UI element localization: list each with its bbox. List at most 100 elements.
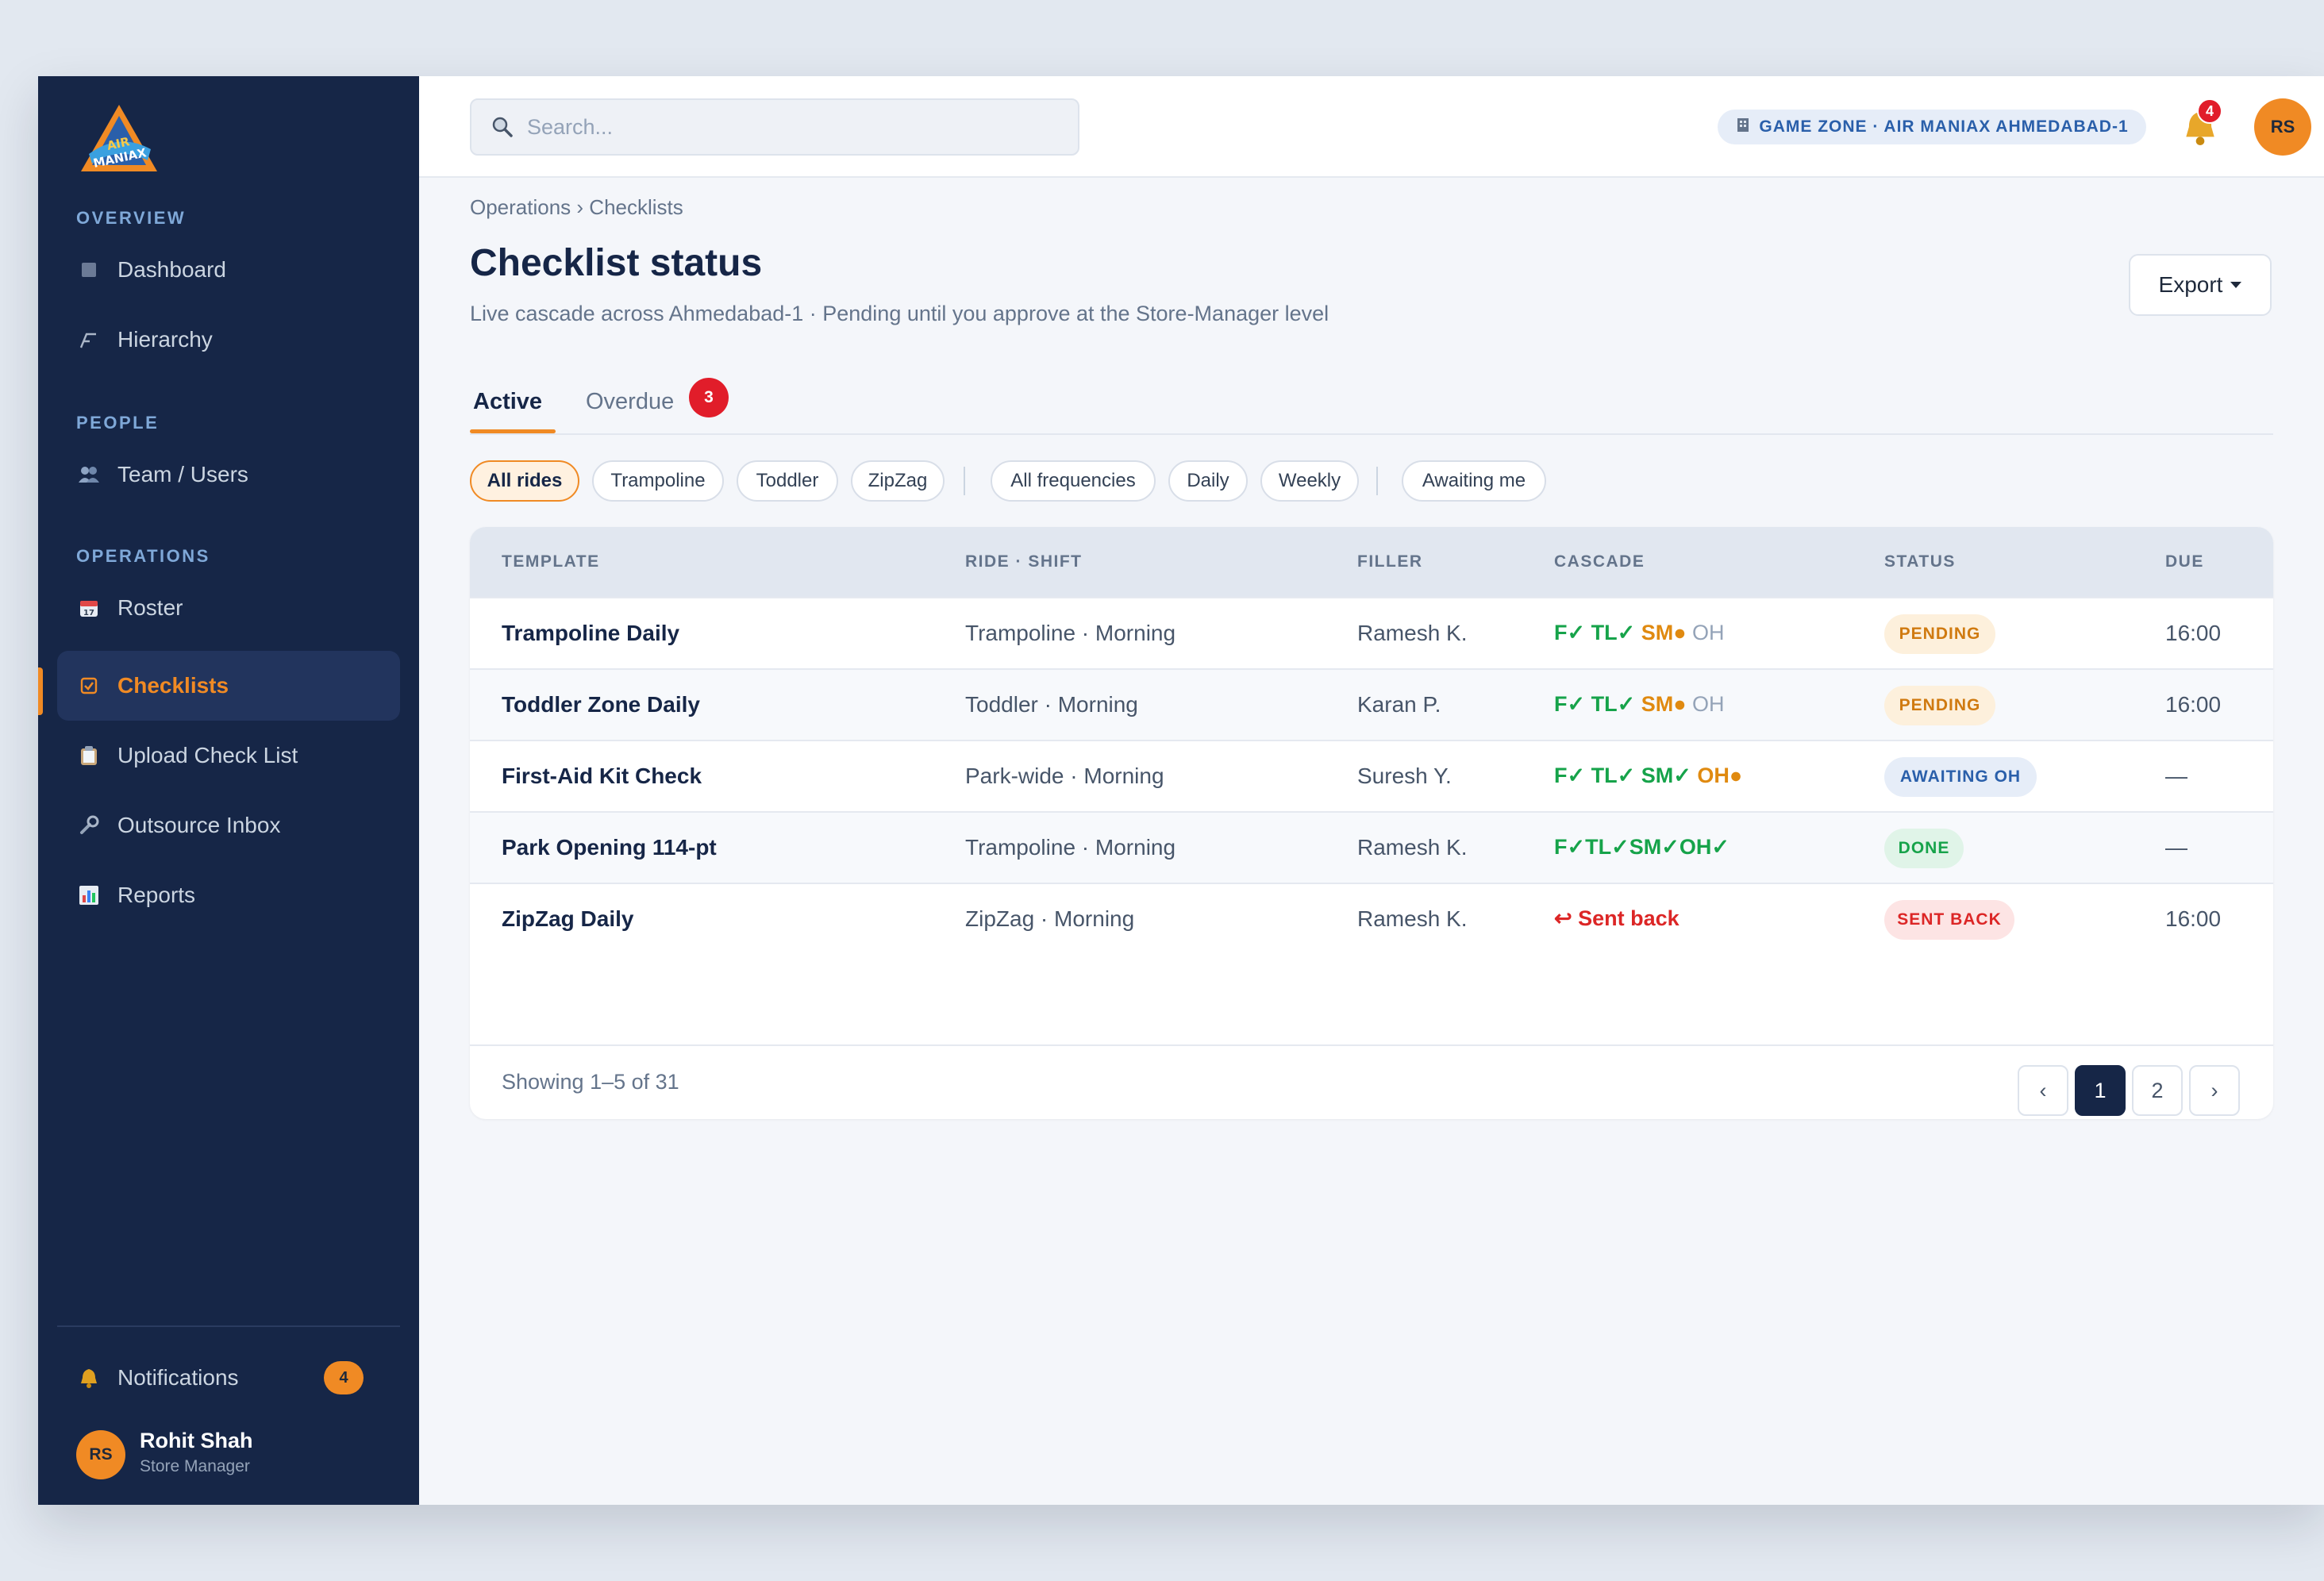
user-name: Rohit Shah [140,1429,253,1452]
profile-avatar[interactable]: RS [2254,98,2311,156]
tab-overdue[interactable]: Overdue [586,381,674,433]
notifications-count-badge: 4 [324,1361,364,1394]
ride-shift-cell: Trampoline · Morning [965,835,1176,860]
cascade-pending: SM● [1641,621,1687,644]
sidebar-item-label: Reports [117,883,196,907]
pagination-prev-button[interactable]: ‹ [2018,1065,2068,1116]
filter-chip-daily[interactable]: Daily [1168,460,1248,502]
filter-chip-weekly[interactable]: Weekly [1260,460,1359,502]
hierarchy-icon [78,329,100,351]
wrench-icon [78,814,100,837]
chevron-down-icon [2230,282,2242,288]
template-cell[interactable]: Toddler Zone Daily [502,692,700,717]
svg-text:17: 17 [83,609,94,617]
pagination-next-button[interactable]: › [2189,1065,2240,1116]
calendar-icon: 17 [78,597,100,619]
sidebar-item-reports[interactable]: Reports [57,860,400,930]
sidebar-item-outsource[interactable]: Outsource Inbox [57,790,400,860]
sidebar-item-roster[interactable]: 17 Roster [57,573,400,643]
export-label: Export [2158,272,2223,297]
cascade-pending: SM● [1641,692,1687,716]
column-header-status[interactable]: STATUS [1884,552,1956,571]
tabs-divider [470,433,2273,435]
top-bar: GAME ZONE · AIR MANIAX AHMEDABAD-1 4 RS [419,76,2324,178]
cascade-sent-back: ↩ Sent back [1554,906,1680,930]
bell-icon [78,1367,100,1389]
ride-shift-cell: Toddler · Morning [965,692,1138,717]
overdue-count-badge: 3 [689,378,729,417]
bell-count-badge: 4 [2197,98,2222,124]
sidebar-item-label: Roster [117,595,183,620]
table-row[interactable]: ZipZag Daily ZipZag · Morning Ramesh K. … [470,883,2273,954]
due-cell: 16:00 [2165,621,2222,645]
pagination-page-1[interactable]: 1 [2075,1065,2126,1116]
table-row[interactable]: Toddler Zone Daily Toddler · Morning Kar… [470,668,2273,740]
breadcrumb: Operations › Checklists [470,195,683,219]
search-box[interactable] [470,98,1079,156]
user-avatar[interactable]: RS [76,1430,125,1479]
export-button[interactable]: Export [2129,254,2272,316]
user-role: Store Manager [140,1457,250,1475]
table-row[interactable]: Park Opening 114-pt Trampoline · Morning… [470,811,2273,883]
filler-cell: Karan P. [1357,692,1441,717]
filter-chip-all-rides[interactable]: All rides [470,460,579,502]
filler-cell: Ramesh K. [1357,835,1468,860]
template-cell[interactable]: Park Opening 114-pt [502,835,717,860]
active-indicator [38,667,43,715]
zone-selector[interactable]: GAME ZONE · AIR MANIAX AHMEDABAD-1 [1718,110,2146,144]
column-header-ride-shift[interactable]: RIDE · SHIFT [965,552,1083,571]
tab-active-underline [470,429,556,433]
filter-separator [1376,467,1378,495]
sidebar-item-hierarchy[interactable]: Hierarchy [57,305,400,375]
cascade-cell: F✓ TL✓ SM● OH [1554,621,1725,645]
checkbox-icon [78,675,100,697]
column-header-filler[interactable]: FILLER [1357,552,1423,571]
sidebar-item-dashboard[interactable]: Dashboard [57,235,400,305]
tab-active[interactable]: Active [473,381,542,433]
pagination-summary: Showing 1–5 of 31 [502,1070,679,1094]
filter-chip-awaiting-me[interactable]: Awaiting me [1402,460,1546,502]
table-row[interactable]: Trampoline Daily Trampoline · Morning Ra… [470,597,2273,668]
template-cell[interactable]: Trampoline Daily [502,621,679,646]
page-subtitle: Live cascade across Ahmedabad-1 · Pendin… [470,302,1329,325]
dashboard-icon [78,259,100,281]
template-cell[interactable]: ZipZag Daily [502,906,633,932]
ride-shift-cell: Park-wide · Morning [965,764,1164,788]
page-title: Checklist status [470,242,763,284]
search-icon [491,115,514,139]
filler-cell: Ramesh K. [1357,621,1468,645]
cascade-done: F✓TL✓SM✓OH✓ [1554,835,1730,859]
sidebar-item-label: Team / Users [117,462,248,487]
sidebar-item-upload[interactable]: Upload Check List [57,721,400,790]
status-badge: AWAITING OH [1884,757,2037,797]
search-input[interactable] [527,114,1067,140]
cascade-done: F✓ TL✓ [1554,692,1641,716]
due-cell: 16:00 [2165,906,2222,931]
checklist-table: TEMPLATE RIDE · SHIFT FILLER CASCADE STA… [470,527,2273,1119]
column-header-template[interactable]: TEMPLATE [502,552,600,571]
table-row[interactable]: First-Aid Kit Check Park-wide · Morning … [470,740,2273,811]
section-operations: OPERATIONS [76,546,210,566]
sidebar-item-team[interactable]: Team / Users [57,440,400,510]
building-icon [1735,117,1751,137]
cascade-pending: OH● [1697,764,1743,787]
column-header-due[interactable]: DUE [2165,552,2204,571]
app-window: AIR MANIAX OVERVIEW Dashboard Hierarchy … [38,76,2324,1505]
sidebar-item-notifications[interactable]: Notifications 4 [57,1343,400,1413]
pagination-page-2[interactable]: 2 [2132,1065,2183,1116]
section-people: PEOPLE [76,413,160,433]
filter-chip-trampoline[interactable]: Trampoline [592,460,724,502]
cascade-todo: OH [1686,621,1725,644]
sidebar: AIR MANIAX OVERVIEW Dashboard Hierarchy … [38,76,419,1505]
filter-chip-zipzag[interactable]: ZipZag [851,460,945,502]
status-badge: PENDING [1884,686,1995,725]
filter-chip-all-frequencies[interactable]: All frequencies [991,460,1156,502]
filter-chip-toddler[interactable]: Toddler [737,460,838,502]
sidebar-item-checklists[interactable]: Checklists [57,651,400,721]
column-header-cascade[interactable]: CASCADE [1554,552,1645,571]
status-badge: DONE [1884,829,1964,868]
brand-logo[interactable]: AIR MANIAX [75,103,164,176]
sidebar-item-label: Checklists [117,673,229,698]
filler-cell: Ramesh K. [1357,906,1468,931]
template-cell[interactable]: First-Aid Kit Check [502,764,702,789]
